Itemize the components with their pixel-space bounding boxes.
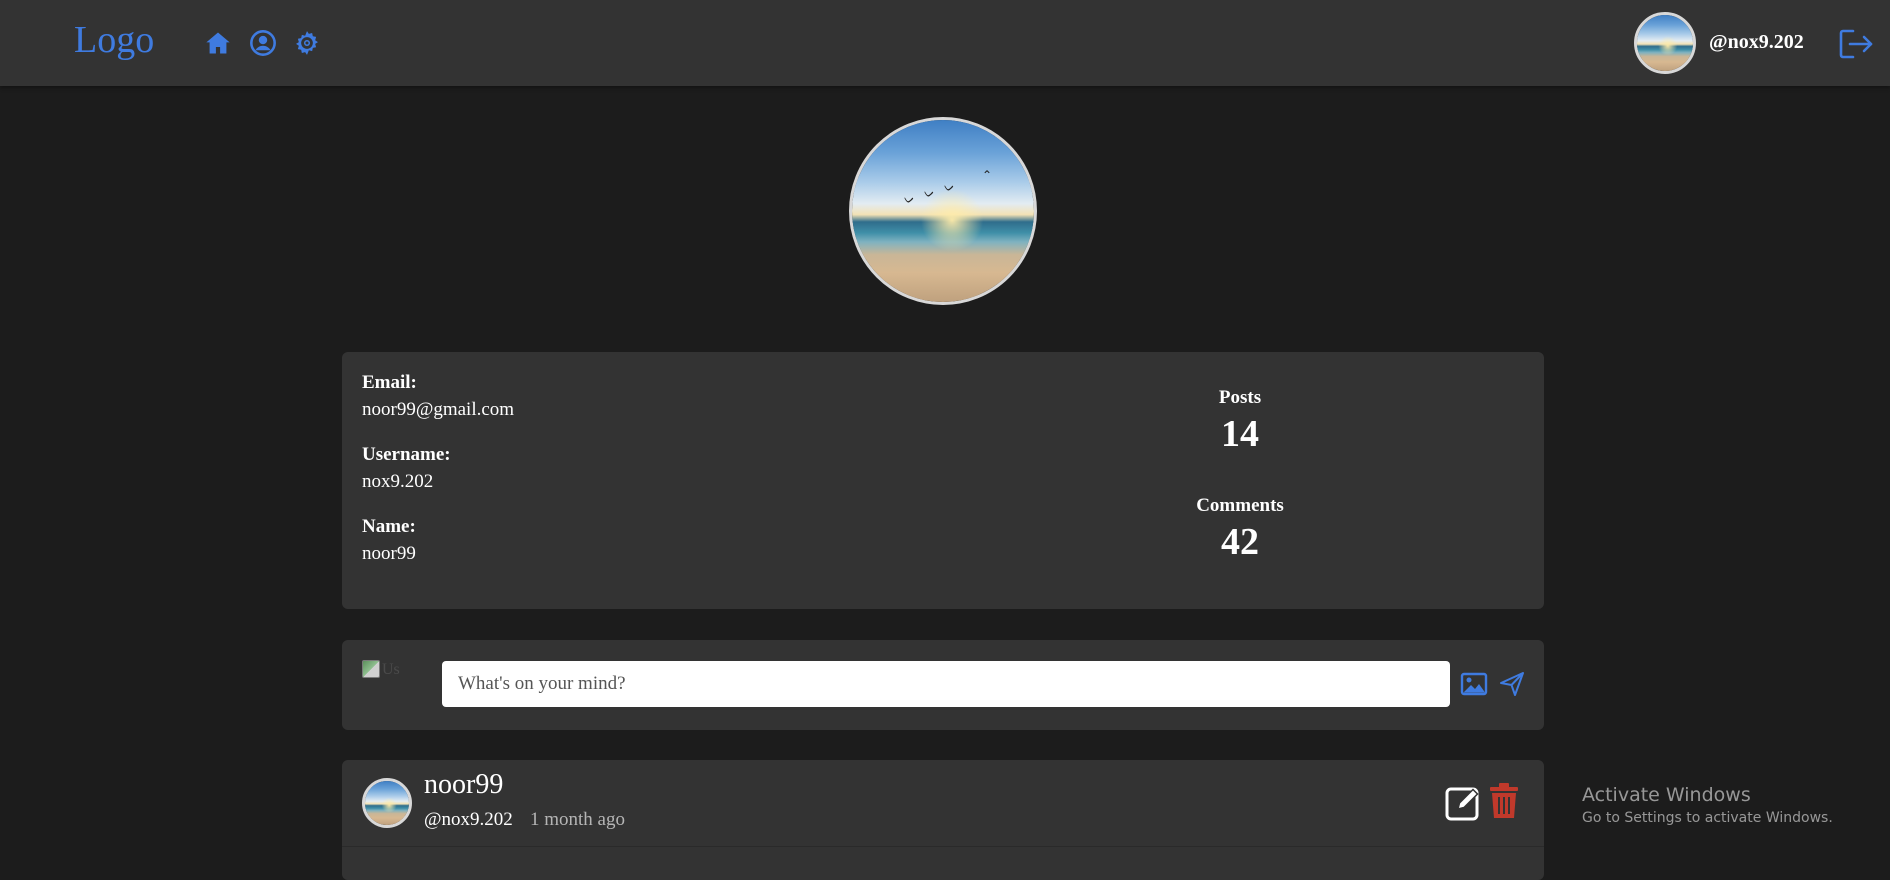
profile-picture: ⌃ ᨆ ᨆ ᨆ bbox=[849, 117, 1037, 305]
post-author-name[interactable]: noor99 bbox=[424, 769, 503, 801]
settings-icon[interactable] bbox=[293, 29, 321, 57]
username-value: nox9.202 bbox=[362, 471, 434, 492]
logo[interactable]: Logo bbox=[74, 18, 154, 62]
bird-graphic: ᨆ bbox=[944, 180, 955, 194]
avatar-image bbox=[365, 781, 409, 825]
image-upload-icon[interactable] bbox=[1460, 670, 1488, 698]
edit-icon[interactable] bbox=[1444, 784, 1482, 822]
email-value: noor99@gmail.com bbox=[362, 399, 515, 420]
comments-count: 42 bbox=[1221, 521, 1259, 563]
name-label: Name: bbox=[362, 516, 416, 537]
post-timestamp: 1 month ago bbox=[530, 809, 625, 830]
broken-image-icon bbox=[362, 660, 380, 678]
delete-icon[interactable] bbox=[1488, 782, 1520, 820]
email-label: Email: bbox=[362, 372, 417, 393]
post-author-avatar[interactable] bbox=[362, 778, 412, 828]
bird-graphic: ⌃ bbox=[982, 168, 993, 182]
profile-image: ⌃ ᨆ ᨆ ᨆ bbox=[852, 120, 1034, 302]
bird-graphic: ᨆ bbox=[904, 192, 915, 206]
watermark-subtitle: Go to Settings to activate Windows. bbox=[1582, 810, 1833, 826]
username-label: Username: bbox=[362, 444, 451, 465]
home-icon[interactable] bbox=[204, 29, 232, 57]
profile-icon[interactable] bbox=[249, 29, 277, 57]
profile-info-card: Email: noor99@gmail.com Username: nox9.2… bbox=[342, 352, 1544, 609]
bird-graphic: ᨆ bbox=[924, 186, 935, 200]
posts-count: 14 bbox=[1221, 413, 1259, 455]
post-author-handle[interactable]: @nox9.202 bbox=[424, 809, 513, 831]
logout-icon[interactable] bbox=[1837, 27, 1877, 61]
nav-username[interactable]: @nox9.202 bbox=[1709, 31, 1804, 54]
composer-avatar: Us bbox=[362, 660, 406, 710]
comments-label: Comments bbox=[1196, 495, 1284, 516]
name-value: noor99 bbox=[362, 543, 416, 564]
top-navbar: Logo @nox9.202 bbox=[0, 0, 1890, 86]
post-divider bbox=[342, 846, 1544, 847]
post-card: noor99 @nox9.202 1 month ago bbox=[342, 760, 1544, 880]
avatar-image bbox=[1637, 15, 1693, 71]
activate-windows-watermark: Activate Windows Go to Settings to activ… bbox=[1582, 784, 1833, 826]
posts-label: Posts bbox=[1218, 387, 1262, 408]
post-input[interactable] bbox=[442, 661, 1450, 707]
nav-avatar[interactable] bbox=[1634, 12, 1696, 74]
post-composer: Us bbox=[342, 640, 1544, 730]
watermark-title: Activate Windows bbox=[1582, 784, 1751, 806]
send-icon[interactable] bbox=[1498, 670, 1526, 698]
composer-avatar-alt: Us bbox=[382, 661, 400, 678]
